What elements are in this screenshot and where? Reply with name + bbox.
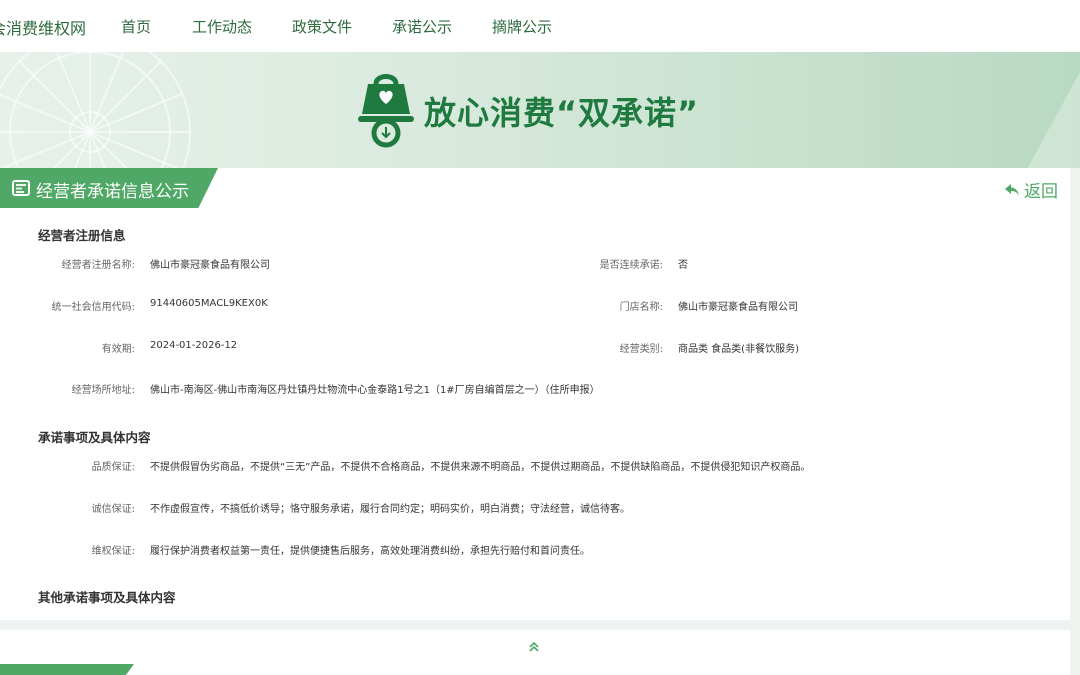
banner: 放心消费“双承诺” [0,52,1080,168]
section-header: 经营者承诺信息公示 返回 [0,168,1070,208]
store-name-label: 门店名称: [619,302,663,313]
nav-item-home[interactable]: 首页 [121,16,151,37]
other-commitments-heading: 其他承诺事项及具体内容 [38,590,176,605]
quality-guarantee-value: 不提供假冒伪劣商品，不提供“三无”产品，不提供不合格商品，不提供来源不明商品，不… [150,462,811,473]
registration-name-value: 佛山市豪冠豪食品有限公司 [150,260,270,271]
commitments-heading: 承诺事项及具体内容 [38,430,151,445]
rights-guarantee-value: 履行保护消费者权益第一责任，提供便捷售后服务，高效处理消费纠纷，承担先行赔付和首… [150,546,590,557]
double-chevron-up-icon[interactable] [528,640,540,654]
credit-code-value: 91440605MACL9KEX0K [150,298,268,309]
integrity-guarantee-value: 不作虚假宣传，不搞低价诱导；恪守服务承诺，履行合同约定；明码实价，明白消费；守法… [150,504,630,515]
site-name[interactable]: 会消费维权网 [0,15,86,39]
nav-item-delisting-notice[interactable]: 摘牌公示 [492,16,552,37]
section-title: 经营者承诺信息公示 [36,182,189,202]
business-address-label: 经营场所地址: [71,385,135,396]
quality-guarantee-label: 品质保证: [91,462,135,473]
continuous-commitment-label: 是否连续承诺: [599,260,663,271]
nav-item-work-news[interactable]: 工作动态 [192,16,252,37]
store-name-value: 佛山市豪冠豪食品有限公司 [678,302,798,313]
back-label: 返回 [1024,182,1058,202]
continuous-commitment-value: 否 [678,260,688,271]
top-navigation: 会消费维权网 首页 工作动态 政策文件 承诺公示 摘牌公示 [0,0,1080,52]
registration-heading: 经营者注册信息 [38,228,126,243]
back-button[interactable]: 返回 [1004,177,1058,202]
credit-code-label: 统一社会信用代码: [51,302,135,313]
info-card: 经营者注册信息 经营者注册名称: 佛山市豪冠豪食品有限公司 是否连续承诺: 否 … [0,208,1070,620]
integrity-guarantee-label: 诚信保证: [91,504,135,515]
validity-value: 2024-01-2026-12 [150,340,238,351]
registration-name-label: 经营者注册名称: [61,260,135,271]
document-list-icon [12,180,30,196]
rights-guarantee-label: 维权保证: [91,546,135,557]
shopping-bag-lock-icon [358,74,414,148]
triangle-decoration [1027,72,1080,168]
back-arrow-icon [1005,183,1019,196]
business-category-label: 经营类别: [619,344,663,355]
nav-item-commitment-notice[interactable]: 承诺公示 [392,16,452,37]
validity-label: 有效期: [101,344,135,355]
next-section-tab [0,664,134,675]
nav-item-policy-files[interactable]: 政策文件 [292,16,352,37]
business-address-value: 佛山市-南海区-佛山市南海区丹灶镇丹灶物流中心金泰路1号之1（1#厂房自编首层之… [150,385,600,396]
banner-title: 放心消费“双承诺” [424,94,700,132]
business-category-value: 商品类 食品类(非餐饮服务) [678,344,799,355]
ferris-wheel-decoration [0,52,191,168]
